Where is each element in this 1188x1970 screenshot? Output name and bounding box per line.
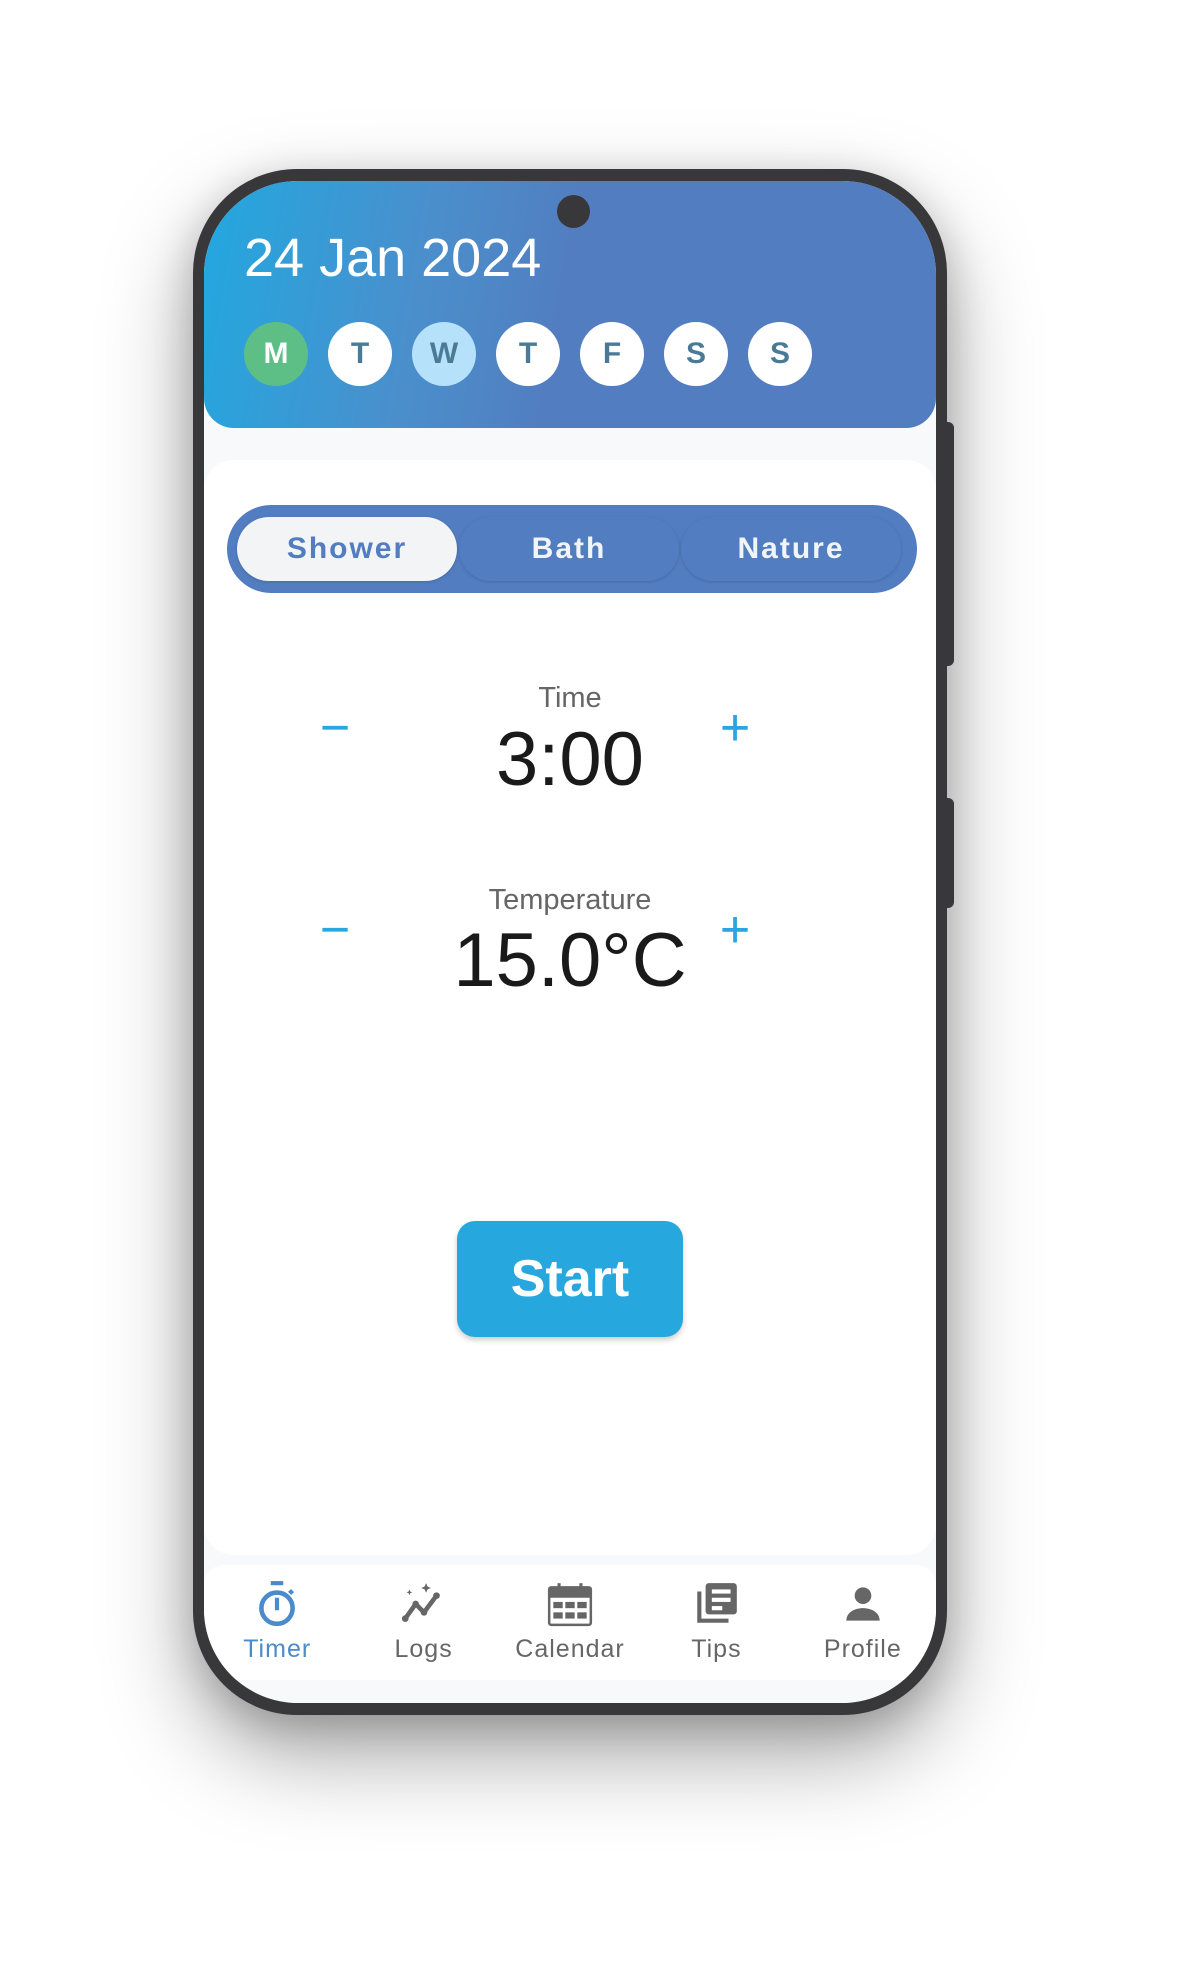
nav-logs-label: Logs	[394, 1635, 453, 1663]
start-button[interactable]: Start	[457, 1221, 683, 1337]
day-friday[interactable]: F	[580, 322, 644, 386]
person-icon	[846, 1587, 880, 1621]
temperature-value: 15.0°C	[453, 918, 687, 1003]
nav-tips-label: Tips	[691, 1635, 742, 1663]
bottom-navigation: Timer Logs Calendar Tips Profile	[204, 1565, 936, 1680]
mode-tab-nature[interactable]: Nature	[681, 517, 901, 581]
nav-logs[interactable]: Logs	[350, 1565, 496, 1680]
trend-sparkle-icon	[401, 1583, 440, 1622]
week-days: M T W T F S S	[244, 322, 812, 386]
nav-timer[interactable]: Timer	[204, 1565, 350, 1680]
timer-card: Shower Bath Nature Time − 3:00 + Tempera…	[204, 460, 936, 1555]
day-saturday[interactable]: S	[664, 322, 728, 386]
mode-tab-bath[interactable]: Bath	[459, 517, 679, 581]
current-date: 24 Jan 2024	[244, 228, 542, 288]
nav-tips[interactable]: Tips	[643, 1565, 789, 1680]
mode-tab-shower[interactable]: Shower	[237, 517, 457, 581]
front-camera	[557, 195, 590, 228]
day-tuesday[interactable]: T	[328, 322, 392, 386]
library-books-icon	[697, 1583, 738, 1623]
day-thursday[interactable]: T	[496, 322, 560, 386]
nav-profile[interactable]: Profile	[790, 1565, 936, 1680]
mode-selector: Shower Bath Nature	[227, 505, 917, 593]
temperature-increment-button[interactable]: +	[705, 900, 765, 960]
day-wednesday[interactable]: W	[412, 322, 476, 386]
nav-calendar-label: Calendar	[515, 1635, 625, 1663]
calendar-icon	[547, 1583, 593, 1627]
app-screen: 24 Jan 2024 M T W T F S S Shower Bath Na…	[204, 181, 936, 1703]
day-monday[interactable]: M	[244, 322, 308, 386]
day-sunday[interactable]: S	[748, 322, 812, 386]
phone-body: 24 Jan 2024 M T W T F S S Shower Bath Na…	[193, 169, 947, 1715]
nav-profile-label: Profile	[823, 1635, 902, 1663]
nav-calendar[interactable]: Calendar	[497, 1565, 643, 1680]
time-value: 3:00	[496, 717, 644, 802]
stopwatch-icon	[259, 1581, 296, 1627]
nav-timer-label: Timer	[243, 1635, 312, 1663]
time-increment-button[interactable]: +	[705, 698, 765, 758]
